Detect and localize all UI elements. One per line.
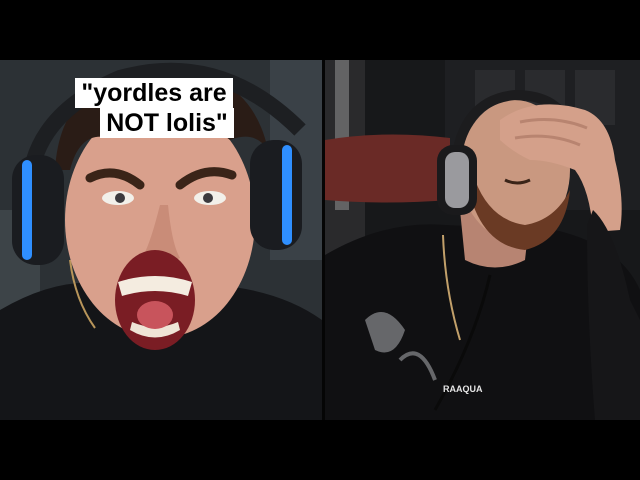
right-chair [325,134,450,203]
left-headset-earcup-right [250,140,302,250]
caption-line-2: NOT lolis" [100,108,234,138]
left-webcam-panel: "yordles are NOT lolis" [0,60,322,420]
caption-overlay: "yordles are NOT lolis" [0,78,322,138]
left-headset-earcup-left [12,155,64,265]
caption-line-1: "yordles are [75,78,233,108]
thumbnail-frame: "yordles are NOT lolis" RAAQUA [0,0,640,480]
right-shirt-print: RAAQUA [443,384,483,394]
right-streamer-illustration: RAAQUA [325,60,640,420]
right-webcam-panel: RAAQUA [325,60,640,420]
